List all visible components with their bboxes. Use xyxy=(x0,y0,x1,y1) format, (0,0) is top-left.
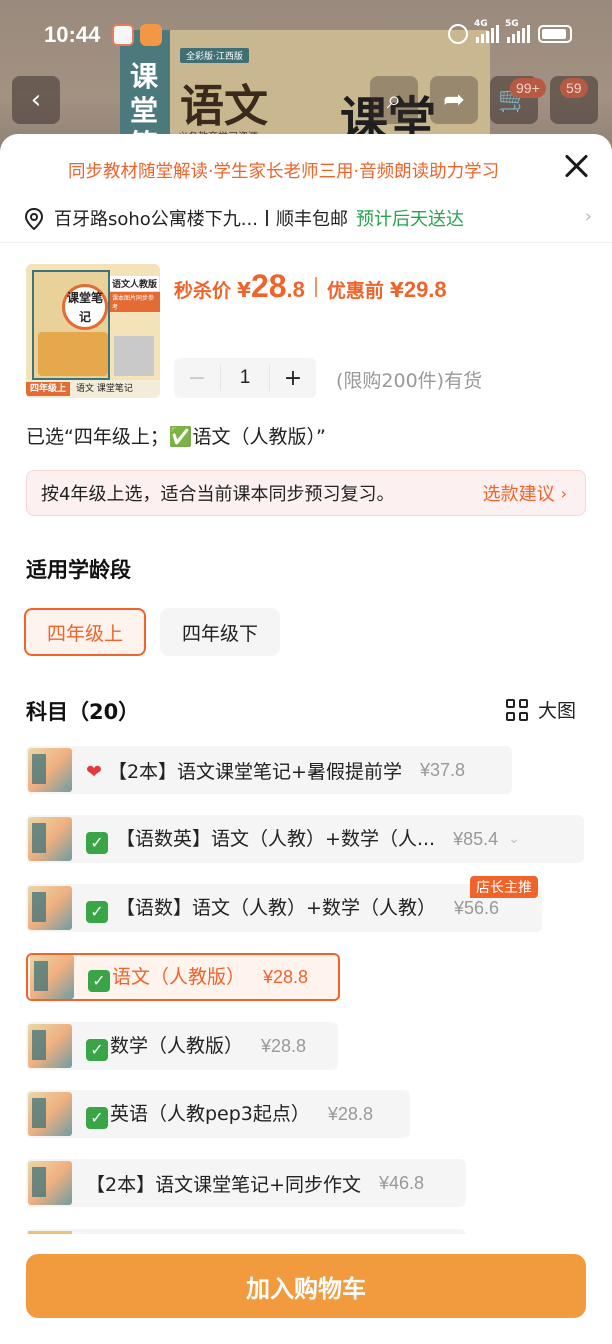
before-discount-label: 优惠前 xyxy=(326,280,384,302)
option-price: ¥28.8 xyxy=(261,1035,307,1056)
store-recommend-badge: 店长主推 xyxy=(470,876,538,898)
option-thumbnail xyxy=(28,748,72,792)
option-price: ¥56.6 xyxy=(453,897,500,918)
option-thumbnail xyxy=(28,1092,72,1136)
share-icon[interactable]: ➦ xyxy=(430,76,478,124)
delivery-address-row[interactable]: 百牙路soho公寓楼下九... 顺丰包邮 预计后天送达 › xyxy=(24,200,596,236)
check-icon: ✓ xyxy=(88,970,110,992)
option-grade4-first[interactable]: 四年级上 xyxy=(24,608,146,656)
decrease-button[interactable]: − xyxy=(174,366,220,391)
alarm-icon xyxy=(448,24,468,44)
chat-app-icon xyxy=(140,24,162,46)
chevron-right-icon: › xyxy=(584,206,592,227)
recommendation-tip[interactable]: 按4年级上选，适合当前课本同步预习复习。 选款建议 › xyxy=(26,470,586,516)
subject-option[interactable]: ✓ 英语（人教pep3起点） ¥28.8 xyxy=(26,1090,410,1138)
quantity-stepper: − 1 + xyxy=(174,358,316,398)
subject-section-title: 科目（20） xyxy=(26,700,140,724)
subject-option[interactable]: ✓ 数学（人教版） ¥28.8 xyxy=(26,1022,338,1070)
selected-summary: 已选“四年级上；✅语文（人教版）” xyxy=(26,426,326,448)
status-time: 10:44 xyxy=(44,22,101,47)
option-thumbnail xyxy=(28,1024,72,1068)
age-section-title: 适用学龄段 xyxy=(26,558,131,582)
stock-status: (限购200件)有货 xyxy=(336,370,483,392)
option-thumbnail xyxy=(28,886,72,930)
signal-4g-icon: 4G xyxy=(474,19,499,43)
chevron-right-icon: › xyxy=(560,483,567,503)
subject-option[interactable]: ❤ 【2本】语文课堂笔记+暑假提前学 ¥37.8 xyxy=(26,746,512,794)
divider xyxy=(0,242,612,243)
back-button[interactable]: ‹ xyxy=(12,76,60,124)
location-pin-icon xyxy=(24,207,44,231)
add-to-cart-button[interactable]: 加入购物车 xyxy=(26,1254,586,1318)
chevron-down-icon[interactable]: ⌄ xyxy=(508,831,520,847)
signal-5g-icon: 5G xyxy=(505,19,530,43)
shipping-text: 顺丰包邮 xyxy=(275,209,348,230)
promo-banner-text: 同步教材随堂解读·学生家长老师三用·音频朗读助力学习 xyxy=(68,162,500,182)
subject-option-selected[interactable]: ✓ 语文（人教版） ¥28.8 xyxy=(26,953,340,1001)
check-icon: ✓ xyxy=(86,1039,108,1061)
option-price: ¥28.8 xyxy=(327,1103,373,1124)
subject-option[interactable]: 【2本】语文课堂笔记+同步作文 ¥46.8 xyxy=(26,1159,466,1207)
big-view-toggle[interactable]: 大图 xyxy=(505,696,576,723)
cart-count-badge: 99+ xyxy=(510,78,546,98)
flash-price-int: 28 xyxy=(250,268,287,304)
increase-button[interactable]: + xyxy=(270,366,316,391)
option-price: ¥85.4 xyxy=(453,828,499,849)
check-icon: ✓ xyxy=(86,1107,108,1129)
option-thumbnail xyxy=(28,1161,72,1205)
check-icon: ✓ xyxy=(86,832,108,854)
option-thumbnail xyxy=(28,817,72,861)
grid-icon xyxy=(505,698,528,721)
status-bar: 10:44 4G 5G xyxy=(0,0,612,72)
selection-advice-link[interactable]: 选款建议 › xyxy=(483,480,567,506)
option-price: ¥37.8 xyxy=(419,759,466,780)
flash-sale-label: 秒杀价 xyxy=(174,280,232,302)
quantity-input[interactable]: 1 xyxy=(220,365,270,391)
delivery-eta: 预计后天送达 xyxy=(355,209,464,230)
option-price: ¥46.8 xyxy=(379,1172,425,1193)
message-count-badge: 59 xyxy=(560,78,588,98)
subject-option[interactable]: ✓ 【语数】语文（人教）+数学（人教） ¥56.6 xyxy=(26,884,542,932)
sku-selector-sheet: 同步教材随堂解读·学生家长老师三用·音频朗读助力学习 百牙路soho公寓楼下九.… xyxy=(0,134,612,1344)
close-icon[interactable] xyxy=(560,150,592,182)
tip-text: 按4年级上选，适合当前课本同步预习复习。 xyxy=(41,484,395,505)
option-grade4-second[interactable]: 四年级下 xyxy=(160,608,280,656)
product-thumbnail[interactable]: 课堂笔记 语文人教版 课本图片同步参考 四年级上 语文 课堂笔记 xyxy=(26,264,160,398)
subject-option[interactable]: ✓ 【语数英】语文（人教）+数学（人... ¥85.4 ⌄ xyxy=(26,815,584,863)
calendar-icon xyxy=(112,24,134,46)
address-text: 百牙路soho公寓楼下九... xyxy=(54,209,258,230)
search-icon[interactable]: ⌕ xyxy=(370,76,418,124)
check-icon: ✓ xyxy=(86,901,108,923)
before-discount-price: 29.8 xyxy=(403,277,447,302)
battery-icon xyxy=(538,25,572,43)
flash-price-dec: .8 xyxy=(286,277,305,302)
heart-icon: ❤ xyxy=(86,760,102,783)
option-thumbnail xyxy=(30,955,74,999)
price-row: 秒杀价 ¥ 28 .8 优惠前 ¥ 29.8 xyxy=(174,268,447,304)
option-price: ¥28.8 xyxy=(263,966,309,987)
